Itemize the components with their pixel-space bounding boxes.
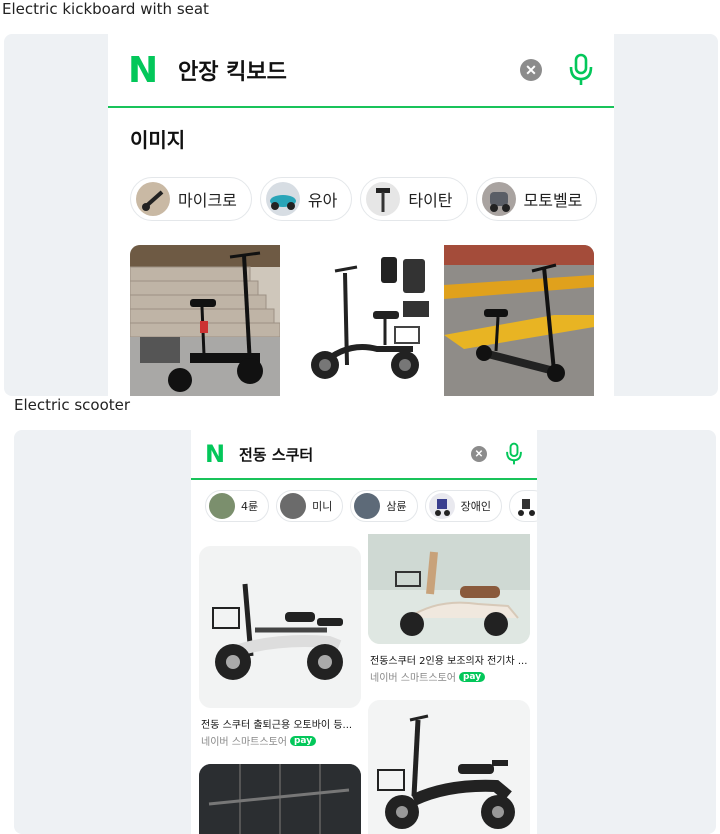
microphone-icon[interactable] — [568, 53, 594, 87]
top-caption: Electric kickboard with seat — [2, 0, 209, 18]
related-chips: 마이크로 유아 타이탄 모토벨로 — [130, 177, 598, 221]
product-image-left-1[interactable] — [199, 546, 361, 708]
bottom-screenshot-panel: N 전동 스쿠터 ✕ 4륜 미니 삼륜 장애인 전동 스쿠터 출퇴근용 오토바이… — [14, 430, 716, 834]
chip-motovelo[interactable]: 모토벨로 — [475, 177, 598, 221]
bottom-phone-screen: N 전동 스쿠터 ✕ 4륜 미니 삼륜 장애인 전동 스쿠터 출퇴근용 오토바이… — [191, 430, 537, 834]
chip-label: 타이탄 — [408, 191, 453, 210]
chip-titan[interactable]: 타이탄 — [360, 177, 468, 221]
microphone-icon[interactable] — [505, 442, 523, 466]
product-title[interactable]: 전동 스쿠터 출퇴근용 오토바이 등... — [201, 716, 363, 731]
naver-logo[interactable]: N — [128, 50, 164, 91]
chip-kids[interactable]: 유아 — [259, 177, 353, 221]
chip-thumbnail — [209, 493, 235, 519]
product-image-right-1[interactable] — [368, 534, 530, 644]
chip-label: 마이크로 — [178, 191, 237, 210]
chip-label: 미니 — [312, 500, 333, 513]
close-circle-icon[interactable]: ✕ — [471, 446, 487, 462]
chip-more[interactable] — [509, 490, 537, 522]
chip-micro[interactable]: 마이크로 — [130, 177, 252, 221]
store-name: 네이버 스마트스토어 — [201, 737, 287, 748]
chip-label: 삼륜 — [386, 500, 407, 513]
product-image-left-2[interactable] — [199, 764, 361, 834]
chip-thumbnail — [265, 182, 300, 216]
chip-thumbnail — [513, 493, 537, 519]
npay-badge: pay — [458, 671, 486, 682]
bottom-caption: Electric scooter — [14, 396, 131, 414]
chip-label: 유아 — [307, 191, 338, 210]
chip-label: 4륜 — [241, 500, 259, 513]
image-result-1[interactable] — [130, 245, 280, 396]
related-chips: 4륜 미니 삼륜 장애인 — [205, 490, 537, 522]
image-result-3[interactable] — [444, 245, 594, 396]
naver-logo[interactable]: N — [205, 440, 229, 468]
product-image-right-2[interactable] — [368, 700, 530, 834]
search-bar[interactable]: N 안장 킥보드 ✕ — [108, 34, 614, 108]
chip-label: 모토벨로 — [523, 191, 583, 210]
chip-thumbnail — [136, 182, 170, 216]
chip-thumbnail — [428, 493, 455, 519]
chip-thumbnail — [280, 493, 307, 519]
chip-4wheel[interactable]: 4륜 — [205, 490, 270, 522]
chip-mini[interactable]: 미니 — [276, 490, 344, 522]
top-screenshot-panel: N 안장 킥보드 ✕ 이미지 마이크로 유아 타이탄 모토벨로 — [4, 34, 718, 396]
product-store: 네이버 스마트스토어 pay — [370, 669, 486, 684]
search-bar[interactable]: N 전동 스쿠터 ✕ — [191, 430, 537, 480]
chip-disabled[interactable]: 장애인 — [424, 490, 502, 522]
top-phone-screen: N 안장 킥보드 ✕ 이미지 마이크로 유아 타이탄 모토벨로 — [108, 34, 614, 396]
chip-thumbnail — [366, 182, 401, 216]
chip-thumbnail — [354, 493, 381, 519]
product-title[interactable]: 전동스쿠터 2인용 보조의자 전기차 ... — [370, 652, 532, 667]
chip-thumbnail — [481, 182, 516, 216]
search-query[interactable]: 전동 스쿠터 — [239, 444, 471, 465]
close-circle-icon[interactable]: ✕ — [520, 59, 542, 81]
search-query[interactable]: 안장 킥보드 — [178, 54, 520, 86]
npay-badge: pay — [289, 735, 317, 746]
product-store: 네이버 스마트스토어 pay — [201, 733, 317, 748]
store-name: 네이버 스마트스토어 — [370, 673, 456, 684]
image-result-2[interactable] — [287, 245, 437, 396]
chip-3wheel[interactable]: 삼륜 — [350, 490, 418, 522]
section-title-images: 이미지 — [130, 128, 186, 152]
chip-label: 장애인 — [460, 500, 491, 513]
